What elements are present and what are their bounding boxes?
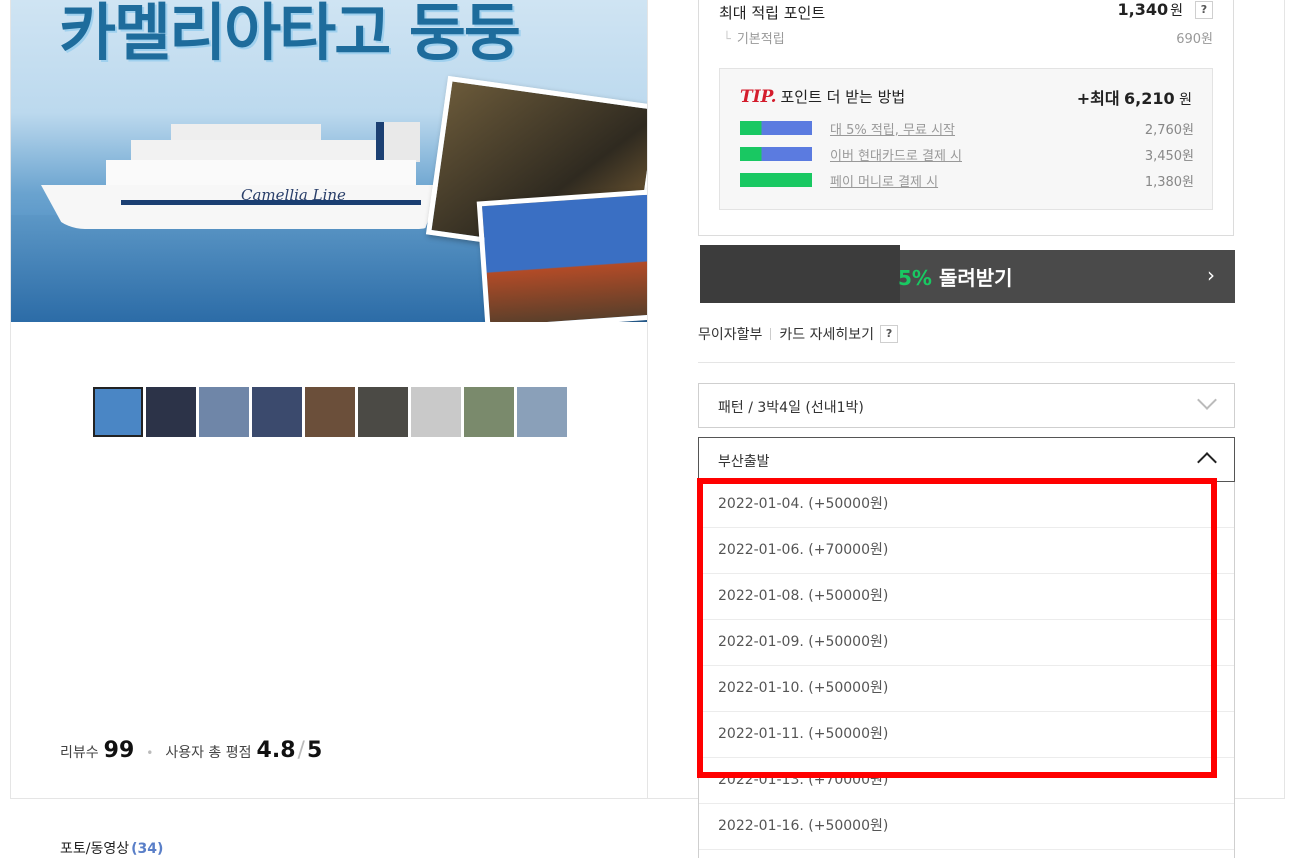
dropdown-option[interactable]: 2022-01-06. (+70000원) <box>699 528 1234 574</box>
score-value: 4.8 <box>256 738 296 763</box>
dropdown-option[interactable]: 2022-01-08. (+50000원) <box>699 574 1234 620</box>
score-label: 사용자 총 평점 <box>165 745 252 761</box>
chevron-up-icon <box>1197 452 1217 472</box>
thumbnail[interactable] <box>411 387 461 437</box>
option-select-departure[interactable]: 부산출발 <box>698 437 1235 482</box>
banner-title: 카멜리아타고 둥둥 <box>59 0 521 69</box>
tip-max: +최대 6,210 원 <box>1077 85 1192 109</box>
cashback-label: 돌려받기 <box>938 266 1013 290</box>
dropdown-option[interactable]: 2022-01-04. (+50000원) <box>699 482 1234 528</box>
tip-row[interactable]: 이버 현대카드로 결제 시 3,450원 <box>740 145 1194 165</box>
points-box: 최대 적립 포인트 1,340 원 ? └ 기본적립 690원 TIP. 포인트 더 … <box>698 0 1234 236</box>
photo-review-count: (34) <box>131 841 164 857</box>
thumbnail[interactable] <box>305 387 355 437</box>
dropdown-option[interactable]: 2022-01-16. (+50000원) <box>699 804 1234 850</box>
cashback-banner[interactable]: 5% 돌려받기 › <box>700 245 1235 303</box>
tip-row-desc[interactable]: 대 5% 적립, 무료 시작 <box>830 119 955 138</box>
date-dropdown-list: 2022-01-04. (+50000원) 2022-01-06. (+70000… <box>698 482 1235 858</box>
dropdown-option[interactable]: 2022-01-11. (+50000원) <box>699 712 1234 758</box>
torii-photo <box>476 188 647 322</box>
photo-review-tab[interactable]: 포토/동영상 (34) <box>60 838 163 858</box>
ship-name-text: Camellia Line <box>241 186 346 204</box>
separator-dot: • <box>146 746 154 760</box>
tree-branch-icon: └ <box>723 32 731 47</box>
tip-row-desc[interactable]: 페이 머니로 결제 시 <box>830 171 938 190</box>
tip-box: TIP. 포인트 더 받는 방법 +최대 6,210 원 대 5% 적립, 무료 … <box>719 68 1213 210</box>
partner-logo <box>740 173 812 187</box>
tip-row[interactable]: 페이 머니로 결제 시 1,380원 <box>740 171 1194 191</box>
help-icon[interactable]: ? <box>880 325 899 343</box>
ship-graphic <box>376 122 420 162</box>
option-select-course[interactable]: 패턴 / 3박4일 (선내1박) <box>698 383 1235 428</box>
photo-review-label: 포토/동영상 <box>60 841 130 857</box>
divider <box>698 362 1235 363</box>
separator <box>770 328 772 340</box>
chevron-right-icon: › <box>1207 263 1215 287</box>
score-slash: / <box>297 738 305 763</box>
tip-row[interactable]: 대 5% 적립, 무료 시작 2,760원 <box>740 119 1194 139</box>
thumbnail-strip <box>93 387 567 437</box>
thumbnail[interactable] <box>252 387 302 437</box>
max-point-value: 1,340 원 <box>1118 0 1184 20</box>
tip-title: TIP. 포인트 더 받는 방법 <box>740 86 905 107</box>
chevron-down-icon <box>1197 390 1217 410</box>
partner-logo <box>740 121 812 135</box>
installment-links: 무이자할부 카드 자세히보기 ? <box>698 324 899 344</box>
score-max: 5 <box>306 738 323 763</box>
help-icon[interactable]: ? <box>1195 1 1213 19</box>
thumbnail[interactable] <box>464 387 514 437</box>
tip-title-text: 포인트 더 받는 방법 <box>780 88 906 106</box>
product-main-image[interactable]: 카멜리아타고 둥둥 Camellia Line <box>11 0 647 322</box>
tip-word: TIP. <box>740 87 777 107</box>
cashback-text: 5% 돌려받기 <box>898 262 1013 291</box>
thumbnail[interactable] <box>146 387 196 437</box>
max-point-label: 최대 적립 포인트 <box>719 4 826 22</box>
base-point-label: └ 기본적립 <box>723 28 785 47</box>
dropdown-option[interactable]: 2022-01-09. (+50000원) <box>699 620 1234 666</box>
tip-row-amount: 2,760원 <box>1144 123 1194 138</box>
dropdown-option[interactable]: 2022-01-10. (+50000원) <box>699 666 1234 712</box>
review-count-label: 리뷰수 <box>60 745 99 761</box>
thumbnail[interactable] <box>199 387 249 437</box>
partner-logo <box>740 147 812 161</box>
rating-summary: 리뷰수 99 • 사용자 총 평점 4.8 / 5 <box>60 738 322 763</box>
partner-logo <box>700 245 900 303</box>
max-point-number: 1,340 <box>1117 0 1169 19</box>
ship-graphic <box>131 140 381 162</box>
interest-free-link[interactable]: 무이자할부 <box>698 324 762 344</box>
won-unit: 원 <box>1170 3 1183 19</box>
cashback-percent: 5% <box>898 266 932 290</box>
tip-max-value: 6,210 <box>1124 89 1175 108</box>
thumbnail[interactable] <box>358 387 408 437</box>
thumbnail[interactable] <box>93 387 143 437</box>
tip-max-prefix: +최대 <box>1076 89 1120 108</box>
select-value: 부산출발 <box>718 454 770 470</box>
tip-row-amount: 3,450원 <box>1144 149 1194 164</box>
review-count: 99 <box>103 738 135 763</box>
tip-row-amount: 1,380원 <box>1144 175 1194 190</box>
won-unit: 원 <box>1179 92 1192 108</box>
panel-border <box>1284 0 1285 798</box>
base-point-text: 기본적립 <box>736 32 785 47</box>
dropdown-option[interactable]: 2022-01-13. (+70000원) <box>699 758 1234 804</box>
thumbnail[interactable] <box>517 387 567 437</box>
base-point-value: 690원 <box>1176 32 1213 47</box>
select-value: 패턴 / 3박4일 (선내1박) <box>718 400 864 416</box>
card-detail-link[interactable]: 카드 자세히보기 <box>779 324 874 344</box>
tip-row-desc[interactable]: 이버 현대카드로 결제 시 <box>830 145 962 164</box>
